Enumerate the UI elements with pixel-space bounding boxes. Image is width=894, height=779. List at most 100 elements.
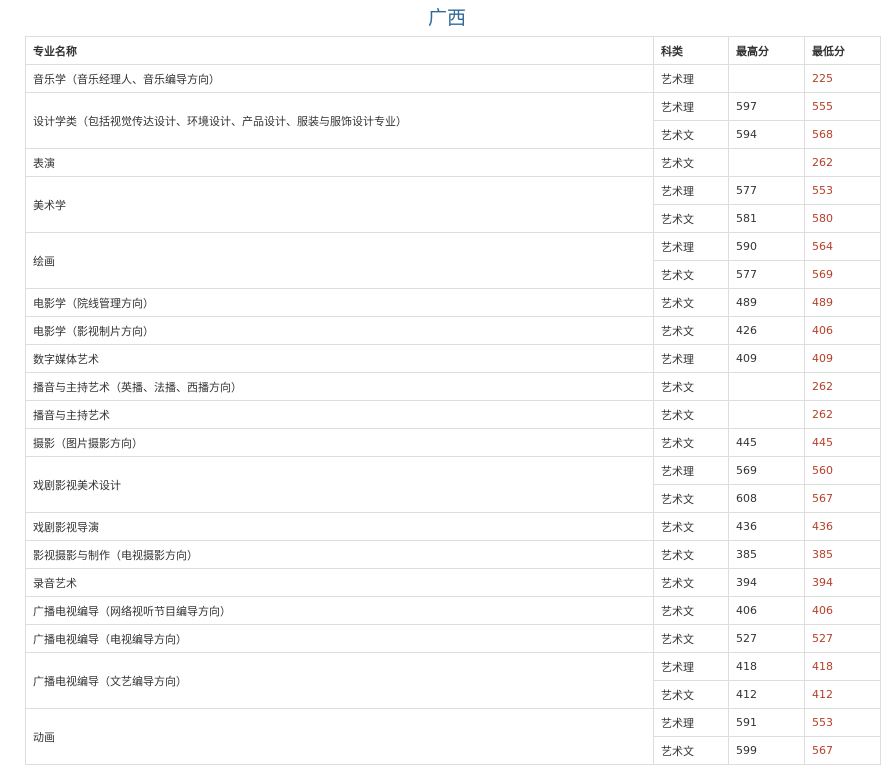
max-score-cell bbox=[728, 64, 805, 93]
header-min-score: 最低分 bbox=[804, 36, 881, 65]
category-cell: 艺术文 bbox=[653, 736, 729, 765]
min-score-cell: 406 bbox=[804, 316, 881, 345]
min-score-cell: 412 bbox=[804, 680, 881, 709]
table-row: 广播电视编导（文艺编导方向） 艺术理 418 418 bbox=[25, 652, 881, 709]
min-score-cell: 394 bbox=[804, 568, 881, 597]
page-title: 广西 bbox=[427, 7, 466, 29]
max-score-cell: 406 bbox=[728, 596, 805, 625]
max-score-cell: 409 bbox=[728, 344, 805, 373]
category-cell: 艺术文 bbox=[653, 512, 729, 541]
min-score-cell: 385 bbox=[804, 540, 881, 569]
min-score-cell: 445 bbox=[804, 428, 881, 457]
table-row: 音乐学（音乐经理人、音乐编导方向） 艺术理 225 bbox=[25, 64, 881, 93]
min-score-cell: 262 bbox=[804, 148, 881, 177]
table-row: 广播电视编导（网络视听节目编导方向） 艺术文 406 406 bbox=[25, 596, 881, 625]
major-name-cell: 美术学 bbox=[25, 176, 654, 233]
category-cell: 艺术文 bbox=[653, 596, 729, 625]
max-score-cell: 436 bbox=[728, 512, 805, 541]
min-score-cell: 225 bbox=[804, 64, 881, 93]
max-score-cell: 591 bbox=[728, 708, 805, 737]
min-score-cell: 406 bbox=[804, 596, 881, 625]
category-cell: 艺术理 bbox=[653, 708, 729, 737]
category-cell: 艺术文 bbox=[653, 540, 729, 569]
table-row: 戏剧影视导演 艺术文 436 436 bbox=[25, 512, 881, 541]
max-score-cell: 489 bbox=[728, 288, 805, 317]
category-cell: 艺术理 bbox=[653, 64, 729, 93]
max-score-cell: 394 bbox=[728, 568, 805, 597]
max-score-cell bbox=[728, 148, 805, 177]
table-row: 影视摄影与制作（电视摄影方向） 艺术文 385 385 bbox=[25, 540, 881, 569]
min-score-cell: 580 bbox=[804, 204, 881, 233]
category-cell: 艺术文 bbox=[653, 400, 729, 429]
min-score-cell: 527 bbox=[804, 624, 881, 653]
major-name-cell: 表演 bbox=[25, 148, 654, 177]
table-row: 表演 艺术文 262 bbox=[25, 148, 881, 177]
category-cell: 艺术文 bbox=[653, 288, 729, 317]
max-score-cell: 418 bbox=[728, 652, 805, 681]
table-row: 动画 艺术理 591 553 bbox=[25, 708, 881, 765]
category-cell: 艺术文 bbox=[653, 316, 729, 345]
table-row: 播音与主持艺术（英播、法播、西播方向） 艺术文 262 bbox=[25, 372, 881, 401]
header-category: 科类 bbox=[653, 36, 729, 65]
category-cell: 艺术文 bbox=[653, 428, 729, 457]
max-score-cell: 412 bbox=[728, 680, 805, 709]
table-row: 美术学 艺术理 577 553 bbox=[25, 176, 881, 233]
max-score-cell: 577 bbox=[728, 260, 805, 289]
table-row: 广播电视编导（电视编导方向） 艺术文 527 527 bbox=[25, 624, 881, 653]
table-row: 戏剧影视美术设计 艺术理 569 560 bbox=[25, 456, 881, 513]
min-score-cell: 553 bbox=[804, 176, 881, 205]
table-row: 摄影（图片摄影方向） 艺术文 445 445 bbox=[25, 428, 881, 457]
major-name-cell: 数字媒体艺术 bbox=[25, 344, 654, 373]
major-name-cell: 播音与主持艺术 bbox=[25, 400, 654, 429]
max-score-cell: 527 bbox=[728, 624, 805, 653]
min-score-cell: 569 bbox=[804, 260, 881, 289]
min-score-cell: 568 bbox=[804, 120, 881, 149]
major-name-cell: 广播电视编导（文艺编导方向） bbox=[25, 652, 654, 709]
major-name-cell: 动画 bbox=[25, 708, 654, 765]
major-name-cell: 戏剧影视导演 bbox=[25, 512, 654, 541]
category-cell: 艺术文 bbox=[653, 120, 729, 149]
min-score-cell: 418 bbox=[804, 652, 881, 681]
header-major: 专业名称 bbox=[25, 36, 654, 65]
table-row: 录音艺术 艺术文 394 394 bbox=[25, 568, 881, 597]
major-name-cell: 绘画 bbox=[25, 232, 654, 289]
category-cell: 艺术文 bbox=[653, 568, 729, 597]
category-cell: 艺术文 bbox=[653, 484, 729, 513]
min-score-cell: 409 bbox=[804, 344, 881, 373]
max-score-cell: 581 bbox=[728, 204, 805, 233]
category-cell: 艺术理 bbox=[653, 176, 729, 205]
max-score-cell bbox=[728, 400, 805, 429]
major-name-cell: 播音与主持艺术（英播、法播、西播方向） bbox=[25, 372, 654, 401]
max-score-cell: 577 bbox=[728, 176, 805, 205]
max-score-cell: 385 bbox=[728, 540, 805, 569]
category-cell: 艺术文 bbox=[653, 260, 729, 289]
major-name-cell: 音乐学（音乐经理人、音乐编导方向） bbox=[25, 64, 654, 93]
major-name-cell: 影视摄影与制作（电视摄影方向） bbox=[25, 540, 654, 569]
min-score-cell: 489 bbox=[804, 288, 881, 317]
min-score-cell: 436 bbox=[804, 512, 881, 541]
min-score-cell: 555 bbox=[804, 92, 881, 121]
category-cell: 艺术理 bbox=[653, 92, 729, 121]
major-name-cell: 摄影（图片摄影方向） bbox=[25, 428, 654, 457]
category-cell: 艺术文 bbox=[653, 624, 729, 653]
category-cell: 艺术文 bbox=[653, 148, 729, 177]
scores-table: 专业名称 科类 最高分 最低分 音乐学（音乐经理人、音乐编导方向） 艺术理 225 设… bbox=[25, 36, 881, 765]
table-row: 设计学类（包括视觉传达设计、环境设计、产品设计、服装与服饰设计专业） 艺术理 597… bbox=[25, 92, 881, 149]
min-score-cell: 560 bbox=[804, 456, 881, 485]
category-cell: 艺术理 bbox=[653, 344, 729, 373]
max-score-cell bbox=[728, 372, 805, 401]
category-cell: 艺术文 bbox=[653, 372, 729, 401]
max-score-cell: 590 bbox=[728, 232, 805, 261]
category-cell: 艺术理 bbox=[653, 652, 729, 681]
category-cell: 艺术文 bbox=[653, 680, 729, 709]
table-row: 电影学（院线管理方向） 艺术文 489 489 bbox=[25, 288, 881, 317]
min-score-cell: 564 bbox=[804, 232, 881, 261]
min-score-cell: 567 bbox=[804, 484, 881, 513]
min-score-cell: 262 bbox=[804, 372, 881, 401]
table-row: 电影学（影视制片方向） 艺术文 426 406 bbox=[25, 316, 881, 345]
category-cell: 艺术理 bbox=[653, 456, 729, 485]
min-score-cell: 262 bbox=[804, 400, 881, 429]
min-score-cell: 567 bbox=[804, 736, 881, 765]
min-score-cell: 553 bbox=[804, 708, 881, 737]
max-score-cell: 594 bbox=[728, 120, 805, 149]
